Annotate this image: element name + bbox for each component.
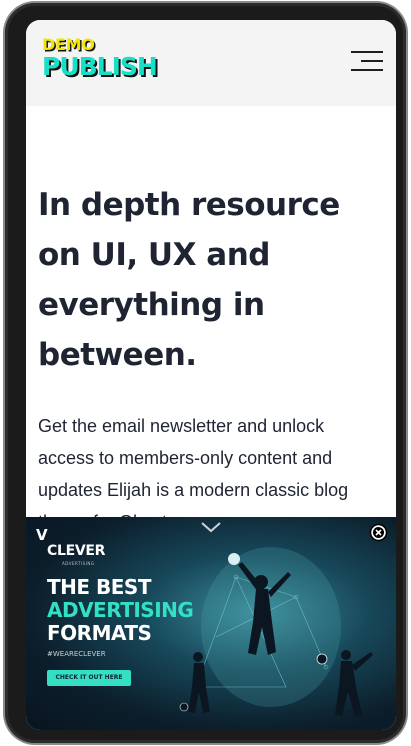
hero-text-line: updates Elijah is a modern classic blog xyxy=(38,480,349,500)
site-header: DEMO PUBLISH xyxy=(26,20,396,106)
phone-screen: DEMO PUBLISH In depth resource on UI, UX… xyxy=(26,20,396,730)
ad-banner[interactable]: V CLEVER ADVERTISING THE BEST ADVERTISIN… xyxy=(26,517,396,730)
ad-headline: ADVERTISING xyxy=(47,598,194,622)
ad-cta-button[interactable]: CHECK IT OUT HERE xyxy=(47,670,131,686)
ad-hashtag: #WEARECLEVER xyxy=(47,650,106,658)
logo-bottom-text: PUBLISH xyxy=(42,52,158,81)
basketball-players-illustration xyxy=(179,547,373,716)
ad-headline: FORMATS xyxy=(47,621,152,645)
hero-text-line: access to members-only content and xyxy=(38,448,333,468)
hero-title-line: on UI, UX and xyxy=(38,237,270,273)
site-logo[interactable]: DEMO PUBLISH xyxy=(42,35,172,81)
hero-title-line: In depth resource xyxy=(38,187,340,223)
ad-brand: CLEVER xyxy=(47,543,106,559)
hero-text-line: Get the email newsletter and unlock xyxy=(38,416,325,436)
hero-title-line: everything in xyxy=(38,287,265,323)
ad-network-logo: V xyxy=(36,526,48,544)
menu-line xyxy=(361,60,383,62)
phone-frame: DEMO PUBLISH In depth resource on UI, UX… xyxy=(5,3,406,743)
hamburger-menu-icon[interactable] xyxy=(351,47,383,75)
hero-title-line: between. xyxy=(38,337,197,373)
ad-headline: THE BEST xyxy=(47,575,151,599)
hero-title: In depth resource on UI, UX and everythi… xyxy=(38,180,383,380)
chevron-down-icon[interactable] xyxy=(200,521,222,535)
menu-line xyxy=(351,51,383,53)
menu-line xyxy=(351,69,383,71)
ad-brand-sub: ADVERTISING xyxy=(62,561,95,566)
